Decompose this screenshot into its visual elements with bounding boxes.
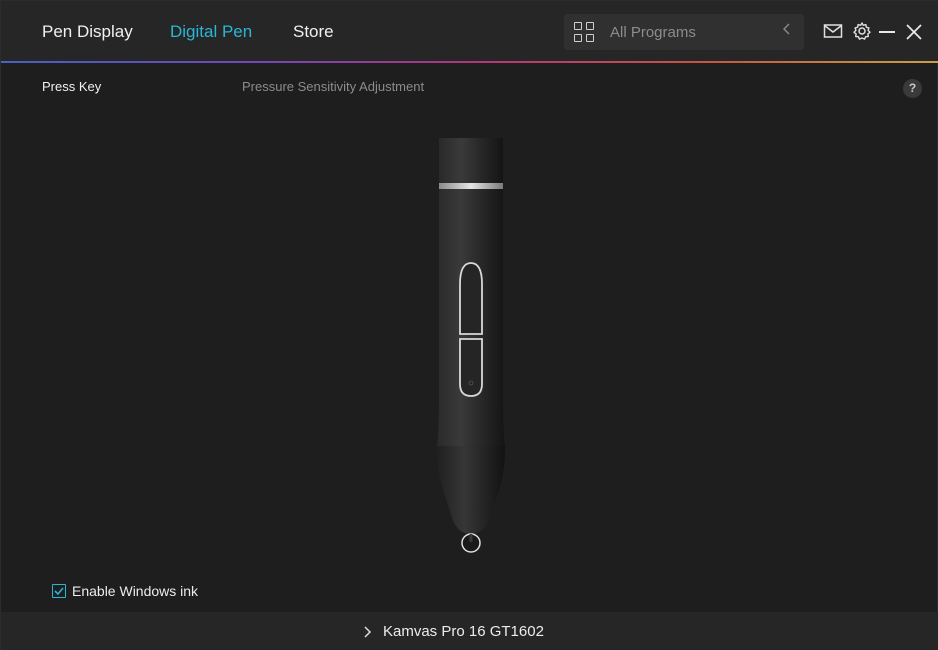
footer-bar: Kamvas Pro 16 GT1602 — [1, 612, 938, 650]
chevron-left-icon[interactable] — [780, 22, 794, 42]
close-icon[interactable] — [904, 21, 924, 41]
mail-icon[interactable] — [823, 21, 843, 41]
gear-icon[interactable] — [852, 21, 872, 41]
header-bar: Pen Display Digital Pen Store All Progra… — [1, 1, 938, 61]
pen-lower-button[interactable] — [459, 338, 483, 397]
programs-label: All Programs — [610, 24, 696, 41]
pen-upper-button[interactable] — [459, 262, 483, 335]
subtab-press-key[interactable]: Press Key — [42, 79, 101, 94]
tab-digital-pen[interactable]: Digital Pen — [170, 22, 252, 42]
device-name: Kamvas Pro 16 GT1602 — [383, 623, 544, 640]
pen-tip[interactable] — [461, 533, 481, 553]
digital-pen-illustration — [431, 136, 511, 556]
tab-store[interactable]: Store — [293, 22, 334, 42]
grid-icon — [574, 22, 596, 44]
header-accent-line — [1, 61, 938, 63]
chevron-right-icon — [363, 625, 373, 639]
subtab-pressure-sensitivity[interactable]: Pressure Sensitivity Adjustment — [242, 79, 424, 94]
programs-selector[interactable]: All Programs — [564, 14, 804, 50]
tab-pen-display[interactable]: Pen Display — [42, 22, 133, 42]
help-icon[interactable]: ? — [903, 79, 922, 98]
app-window: Pen Display Digital Pen Store All Progra… — [0, 0, 938, 650]
enable-windows-ink-label: Enable Windows ink — [72, 583, 199, 599]
checkbox-checked-icon[interactable] — [52, 584, 66, 598]
minimize-icon[interactable] — [877, 21, 897, 41]
